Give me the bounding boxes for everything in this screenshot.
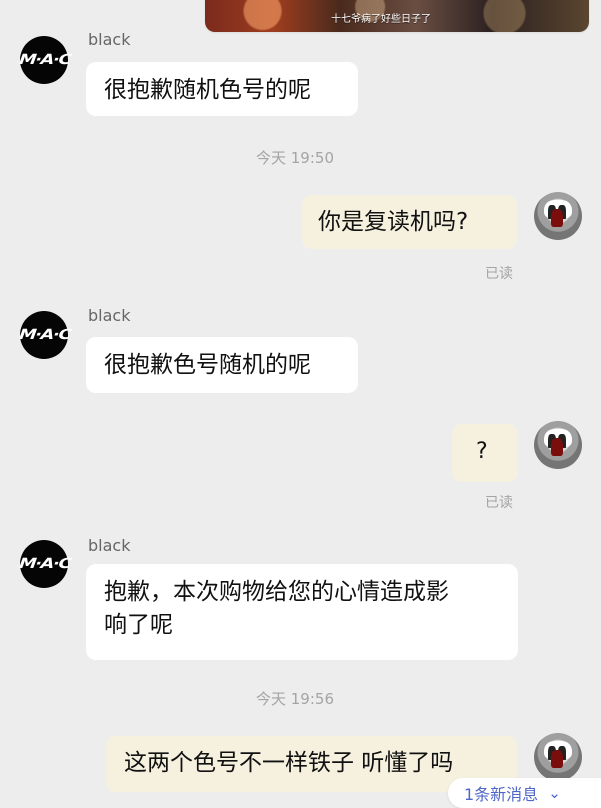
timestamp-1: 今天 19:50 [256,149,334,167]
incoming-message-1[interactable]: 很抱歉随机色号的呢 [86,62,358,116]
new-message-label: 1条新消息 [464,785,539,804]
sender-name-1: black [88,30,131,49]
top-image-caption: 十七爷病了好些日子了 [331,14,431,25]
outgoing-message-2[interactable]: ? [452,424,518,482]
right-avatar-3[interactable] [534,733,582,781]
double-chevron-down-icon: ⌄ [548,784,561,802]
outgoing-message-2-text: ? [476,439,488,464]
incoming-message-3-line-2: 响了呢 [104,612,173,639]
right-avatar-2[interactable] [534,421,582,469]
left-avatar-2-label: M·A·C [15,327,73,343]
new-message-pill[interactable]: 1条新消息 ⌄ [448,778,601,808]
left-avatar-label: M·A·C [15,52,73,68]
top-image-card[interactable]: 十七爷病了好些日子了 [205,0,589,32]
left-avatar-3-label: M·A·C [15,556,73,572]
incoming-message-3-line-1: 抱歉，本次购物给您的心情造成影 [104,579,449,605]
read-status-1: 已读 [485,266,513,282]
sender-name-2: black [88,306,131,325]
incoming-message-2-text: 很抱歉色号随机的呢 [104,352,311,378]
incoming-message-3[interactable]: 抱歉，本次购物给您的心情造成影 响了呢 [86,564,518,660]
read-status-2: 已读 [485,495,513,511]
outgoing-message-1[interactable]: 你是复读机吗? [302,195,517,249]
left-avatar[interactable]: M·A·C [16,36,72,84]
right-avatar-1[interactable] [534,192,582,240]
left-avatar-3[interactable]: M·A·C [16,540,72,588]
outgoing-message-3-text: 这两个色号不一样铁子 听懂了吗 [124,750,454,776]
outgoing-message-1-text: 你是复读机吗? [318,209,469,235]
timestamp-2: 今天 19:56 [256,690,334,708]
incoming-message-2[interactable]: 很抱歉色号随机的呢 [86,337,358,393]
incoming-message-1-text: 很抱歉随机色号的呢 [104,77,311,103]
left-avatar-2[interactable]: M·A·C [16,311,72,359]
sender-name-3: black [88,536,131,555]
